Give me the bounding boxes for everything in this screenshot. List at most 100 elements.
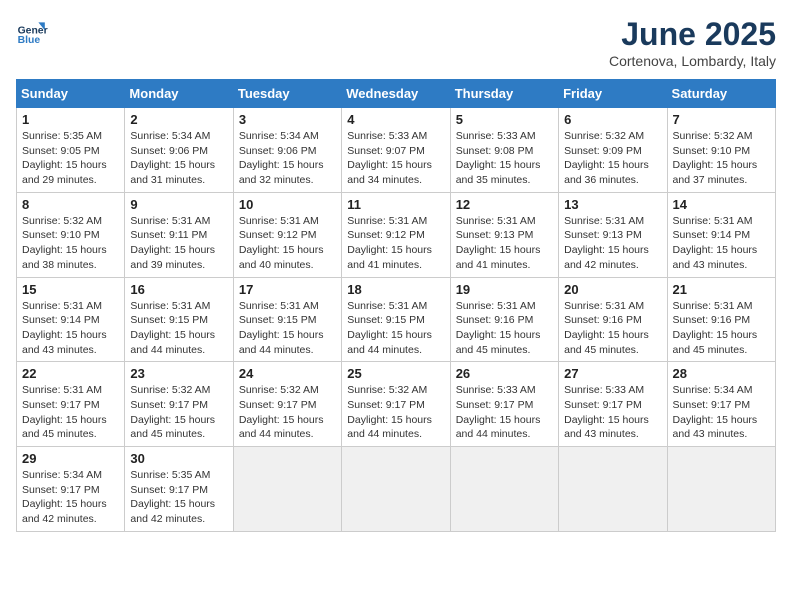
day-number: 20	[564, 282, 661, 297]
day-detail: Sunrise: 5:34 AM Sunset: 9:17 PM Dayligh…	[22, 468, 119, 527]
col-header-wednesday: Wednesday	[342, 80, 450, 108]
day-cell-3: 3 Sunrise: 5:34 AM Sunset: 9:06 PM Daylig…	[233, 108, 341, 193]
col-header-tuesday: Tuesday	[233, 80, 341, 108]
day-cell-1: 1Sunrise: 5:35 AM Sunset: 9:05 PM Daylig…	[17, 108, 125, 193]
day-number: 23	[130, 366, 227, 381]
day-detail: Sunrise: 5:31 AM Sunset: 9:14 PM Dayligh…	[673, 214, 770, 273]
day-number: 29	[22, 451, 119, 466]
day-detail: Sunrise: 5:32 AM Sunset: 9:10 PM Dayligh…	[673, 129, 770, 188]
day-cell-11: 11 Sunrise: 5:31 AM Sunset: 9:12 PM Dayli…	[342, 192, 450, 277]
day-cell-5: 5Sunrise: 5:33 AM Sunset: 9:08 PM Daylig…	[450, 108, 558, 193]
day-detail: Sunrise: 5:33 AM Sunset: 9:17 PM Dayligh…	[456, 383, 553, 442]
day-cell-12: 12Sunrise: 5:31 AM Sunset: 9:13 PM Dayli…	[450, 192, 558, 277]
title-block: June 2025 Cortenova, Lombardy, Italy	[609, 16, 776, 69]
day-detail: Sunrise: 5:35 AM Sunset: 9:17 PM Dayligh…	[130, 468, 227, 527]
day-cell-2: 2 Sunrise: 5:34 AM Sunset: 9:06 PM Daylig…	[125, 108, 233, 193]
day-cell-6: 6 Sunrise: 5:32 AM Sunset: 9:09 PM Daylig…	[559, 108, 667, 193]
day-detail: Sunrise: 5:33 AM Sunset: 9:08 PM Dayligh…	[456, 129, 553, 188]
day-detail: Sunrise: 5:32 AM Sunset: 9:10 PM Dayligh…	[22, 214, 119, 273]
day-number: 12	[456, 197, 553, 212]
col-header-thursday: Thursday	[450, 80, 558, 108]
empty-cell	[342, 447, 450, 532]
day-number: 1	[22, 112, 119, 127]
day-number: 26	[456, 366, 553, 381]
day-detail: Sunrise: 5:31 AM Sunset: 9:16 PM Dayligh…	[456, 299, 553, 358]
day-number: 9	[130, 197, 227, 212]
day-detail: Sunrise: 5:31 AM Sunset: 9:12 PM Dayligh…	[347, 214, 444, 273]
day-cell-28: 28 Sunrise: 5:34 AM Sunset: 9:17 PM Dayli…	[667, 362, 775, 447]
week-row-5: 29 Sunrise: 5:34 AM Sunset: 9:17 PM Dayli…	[17, 447, 776, 532]
day-cell-24: 24Sunrise: 5:32 AM Sunset: 9:17 PM Dayli…	[233, 362, 341, 447]
day-number: 25	[347, 366, 444, 381]
day-number: 13	[564, 197, 661, 212]
day-cell-30: 30 Sunrise: 5:35 AM Sunset: 9:17 PM Dayli…	[125, 447, 233, 532]
day-cell-15: 15 Sunrise: 5:31 AM Sunset: 9:14 PM Dayli…	[17, 277, 125, 362]
day-detail: Sunrise: 5:31 AM Sunset: 9:16 PM Dayligh…	[673, 299, 770, 358]
day-cell-10: 10 Sunrise: 5:31 AM Sunset: 9:12 PM Dayli…	[233, 192, 341, 277]
day-cell-26: 26 Sunrise: 5:33 AM Sunset: 9:17 PM Dayli…	[450, 362, 558, 447]
day-detail: Sunrise: 5:31 AM Sunset: 9:12 PM Dayligh…	[239, 214, 336, 273]
day-number: 27	[564, 366, 661, 381]
day-number: 22	[22, 366, 119, 381]
week-row-1: 1Sunrise: 5:35 AM Sunset: 9:05 PM Daylig…	[17, 108, 776, 193]
day-cell-23: 23 Sunrise: 5:32 AM Sunset: 9:17 PM Dayli…	[125, 362, 233, 447]
day-detail: Sunrise: 5:34 AM Sunset: 9:06 PM Dayligh…	[130, 129, 227, 188]
day-detail: Sunrise: 5:31 AM Sunset: 9:11 PM Dayligh…	[130, 214, 227, 273]
col-header-monday: Monday	[125, 80, 233, 108]
day-detail: Sunrise: 5:31 AM Sunset: 9:16 PM Dayligh…	[564, 299, 661, 358]
day-number: 15	[22, 282, 119, 297]
day-cell-7: 7 Sunrise: 5:32 AM Sunset: 9:10 PM Daylig…	[667, 108, 775, 193]
day-number: 16	[130, 282, 227, 297]
day-cell-4: 4 Sunrise: 5:33 AM Sunset: 9:07 PM Daylig…	[342, 108, 450, 193]
day-cell-18: 18 Sunrise: 5:31 AM Sunset: 9:15 PM Dayli…	[342, 277, 450, 362]
logo-icon: General Blue	[16, 16, 48, 48]
day-detail: Sunrise: 5:33 AM Sunset: 9:17 PM Dayligh…	[564, 383, 661, 442]
day-cell-13: 13 Sunrise: 5:31 AM Sunset: 9:13 PM Dayli…	[559, 192, 667, 277]
day-number: 7	[673, 112, 770, 127]
day-cell-27: 27 Sunrise: 5:33 AM Sunset: 9:17 PM Dayli…	[559, 362, 667, 447]
day-number: 11	[347, 197, 444, 212]
month-title: June 2025	[609, 16, 776, 53]
svg-text:Blue: Blue	[18, 35, 41, 46]
day-number: 28	[673, 366, 770, 381]
day-cell-16: 16Sunrise: 5:31 AM Sunset: 9:15 PM Dayli…	[125, 277, 233, 362]
day-number: 14	[673, 197, 770, 212]
calendar-table: SundayMondayTuesdayWednesdayThursdayFrid…	[16, 79, 776, 532]
day-number: 18	[347, 282, 444, 297]
week-row-3: 15 Sunrise: 5:31 AM Sunset: 9:14 PM Dayli…	[17, 277, 776, 362]
day-number: 2	[130, 112, 227, 127]
day-number: 10	[239, 197, 336, 212]
empty-cell	[450, 447, 558, 532]
day-cell-9: 9 Sunrise: 5:31 AM Sunset: 9:11 PM Daylig…	[125, 192, 233, 277]
day-detail: Sunrise: 5:34 AM Sunset: 9:17 PM Dayligh…	[673, 383, 770, 442]
day-cell-29: 29 Sunrise: 5:34 AM Sunset: 9:17 PM Dayli…	[17, 447, 125, 532]
day-detail: Sunrise: 5:32 AM Sunset: 9:09 PM Dayligh…	[564, 129, 661, 188]
empty-cell	[559, 447, 667, 532]
day-cell-17: 17 Sunrise: 5:31 AM Sunset: 9:15 PM Dayli…	[233, 277, 341, 362]
page-header: General Blue June 2025 Cortenova, Lombar…	[16, 16, 776, 69]
day-detail: Sunrise: 5:32 AM Sunset: 9:17 PM Dayligh…	[347, 383, 444, 442]
day-cell-25: 25 Sunrise: 5:32 AM Sunset: 9:17 PM Dayli…	[342, 362, 450, 447]
day-number: 4	[347, 112, 444, 127]
day-number: 3	[239, 112, 336, 127]
empty-cell	[667, 447, 775, 532]
day-number: 19	[456, 282, 553, 297]
day-number: 24	[239, 366, 336, 381]
day-number: 30	[130, 451, 227, 466]
day-detail: Sunrise: 5:31 AM Sunset: 9:15 PM Dayligh…	[347, 299, 444, 358]
day-number: 17	[239, 282, 336, 297]
day-number: 6	[564, 112, 661, 127]
day-detail: Sunrise: 5:31 AM Sunset: 9:17 PM Dayligh…	[22, 383, 119, 442]
day-number: 21	[673, 282, 770, 297]
day-detail: Sunrise: 5:33 AM Sunset: 9:07 PM Dayligh…	[347, 129, 444, 188]
day-detail: Sunrise: 5:32 AM Sunset: 9:17 PM Dayligh…	[130, 383, 227, 442]
col-header-sunday: Sunday	[17, 80, 125, 108]
day-detail: Sunrise: 5:31 AM Sunset: 9:15 PM Dayligh…	[239, 299, 336, 358]
day-detail: Sunrise: 5:31 AM Sunset: 9:14 PM Dayligh…	[22, 299, 119, 358]
day-cell-20: 20 Sunrise: 5:31 AM Sunset: 9:16 PM Dayli…	[559, 277, 667, 362]
logo: General Blue	[16, 16, 48, 48]
day-detail: Sunrise: 5:31 AM Sunset: 9:13 PM Dayligh…	[564, 214, 661, 273]
day-cell-22: 22 Sunrise: 5:31 AM Sunset: 9:17 PM Dayli…	[17, 362, 125, 447]
location: Cortenova, Lombardy, Italy	[609, 53, 776, 69]
day-detail: Sunrise: 5:34 AM Sunset: 9:06 PM Dayligh…	[239, 129, 336, 188]
